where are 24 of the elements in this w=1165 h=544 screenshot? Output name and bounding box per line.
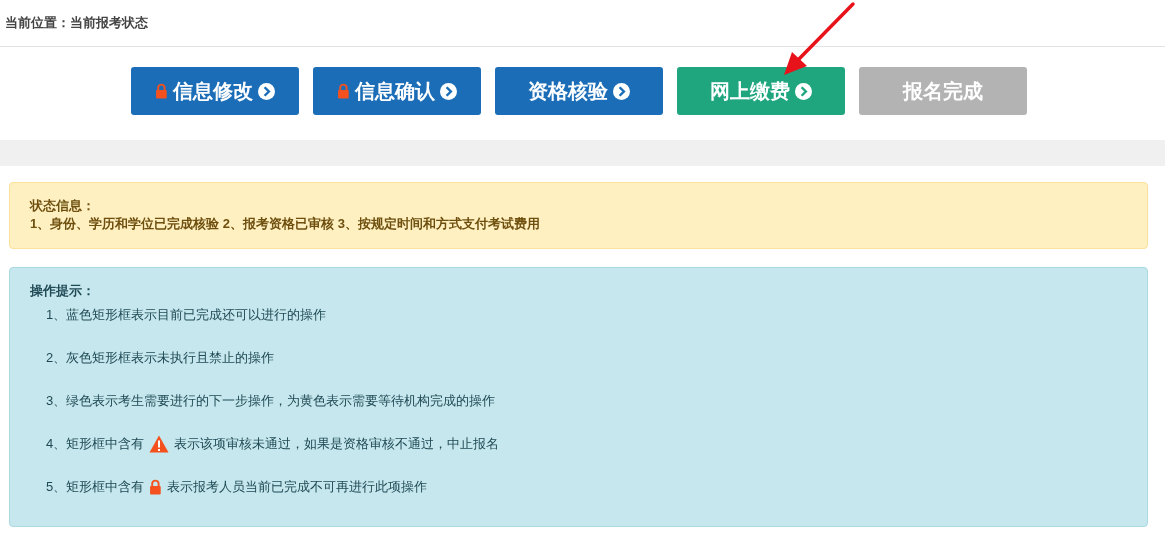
alert-title: 状态信息： [30, 197, 96, 215]
step-button[interactable]: 信息修改 [131, 67, 299, 115]
tip-text: 5、矩形框中含有 [46, 478, 145, 496]
alert-text: 1、身份、学历和学位已完成核验 2、报考资格已审核 3、按规定时间和方式支付考试费用 [30, 215, 541, 233]
chevron-right-icon [439, 82, 457, 100]
chevron-right-icon [613, 82, 630, 100]
tip-text: 3、绿色表示考生需要进行的下一步操作，为黄色表示需要等待机构完成的操作 [46, 392, 496, 410]
breadcrumb-label: 当前位置： [5, 14, 70, 32]
warning-icon [149, 435, 170, 453]
lock-icon [155, 83, 168, 99]
alert-title: 操作提示： [30, 282, 96, 300]
step-button[interactable]: 资格核验 [495, 67, 663, 115]
tip-text: 1、蓝色矩形框表示目前已完成还可以进行的操作 [46, 306, 327, 324]
tip-text: 2、灰色矩形框表示未执行且禁止的操作 [46, 349, 275, 367]
chevron-right-icon [795, 82, 812, 100]
lock-icon [337, 83, 350, 99]
tip-text: 表示报考人员当前已完成不可再进行此项操作 [167, 478, 428, 496]
chevron-right-icon [257, 82, 275, 100]
tip-text: 表示该项审核未通过，如果是资格审核不通过，中止报名 [174, 435, 500, 453]
step-button[interactable]: 网上缴费 [677, 67, 845, 115]
breadcrumb-current: 当前报考状态 [70, 14, 148, 32]
tip-text: 4、矩形框中含有 [46, 435, 145, 453]
lock-icon [149, 479, 163, 495]
step-button[interactable]: 信息确认 [313, 67, 481, 115]
